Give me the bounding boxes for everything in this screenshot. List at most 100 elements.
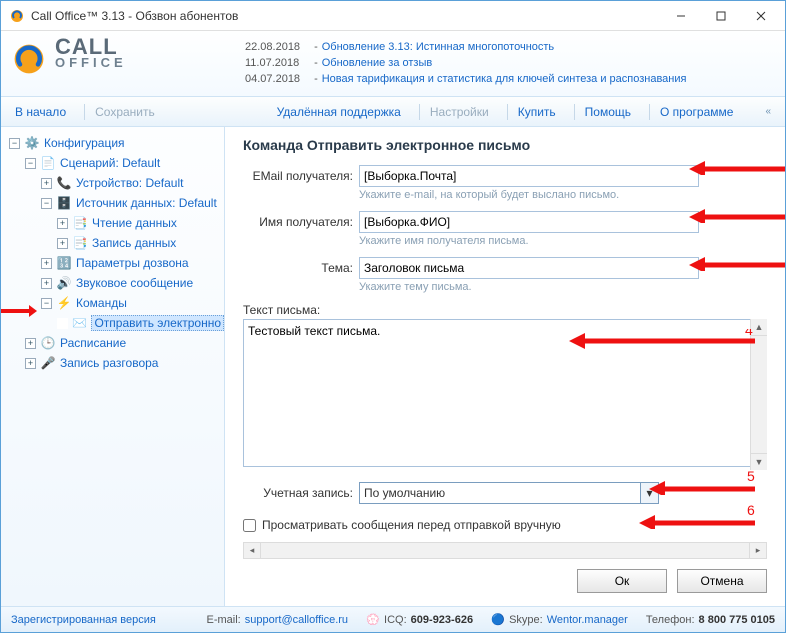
app-icon: [9, 8, 25, 24]
main: −⚙️Конфигурация −📄Сценарий: Default +📞Ус…: [1, 127, 785, 606]
scroll-down-icon[interactable]: ▼: [751, 453, 767, 470]
panel-heading: Команда Отправить электронное письмо: [243, 137, 767, 153]
tree-label: Отправить электронно: [91, 315, 224, 331]
status-phone-value: 8 800 775 0105: [699, 614, 775, 626]
status-bar: Зарегистрированная версия E-mail: suppor…: [1, 606, 785, 632]
account-select[interactable]: По умолчанию ▾: [359, 482, 659, 504]
separator: [419, 104, 420, 120]
news-dates: 22.08.2018 11.07.2018 04.07.2018: [245, 39, 300, 87]
microphone-icon: 🎤: [40, 355, 56, 371]
tree-label: Конфигурация: [44, 136, 125, 150]
tree-label: Запись данных: [92, 236, 176, 250]
status-phone-label: Телефон:: [646, 614, 695, 626]
news-link[interactable]: Обновление за отзыв: [322, 57, 433, 69]
window-title: Call Office™ 3.13 - Обзвон абонентов: [31, 9, 661, 23]
tree: −⚙️Конфигурация −📄Сценарий: Default +📞Ус…: [1, 133, 224, 373]
scroll-right-icon[interactable]: ▸: [749, 543, 766, 558]
subject-hint: Укажите тему письма.: [359, 281, 767, 293]
mail-icon: ✉️: [72, 315, 88, 331]
document-icon: 📄: [40, 155, 56, 171]
separator: [649, 104, 650, 120]
sidebar-collapse-icon[interactable]: «: [751, 106, 771, 117]
tree-node-read-data[interactable]: +📑Чтение данных: [1, 213, 224, 233]
toolbar-settings[interactable]: Настройки: [430, 105, 489, 119]
scroll-left-icon[interactable]: ◂: [244, 543, 261, 558]
tree-node-config[interactable]: −⚙️Конфигурация: [1, 133, 224, 153]
toolbar-help[interactable]: Помощь: [585, 105, 631, 119]
name-hint: Укажите имя получателя письма.: [359, 235, 767, 247]
tree-label: Устройство: Default: [76, 176, 183, 190]
toolbar-about[interactable]: О программе: [660, 105, 733, 119]
news-link[interactable]: Новая тарификация и статистика для ключе…: [322, 73, 687, 85]
preview-checkbox[interactable]: [243, 519, 256, 532]
brand: CALLOFFICE: [55, 37, 225, 68]
email-hint: Укажите e-mail, на который будет выслано…: [359, 189, 767, 201]
separator: [574, 104, 575, 120]
tree-label: Расписание: [60, 336, 126, 350]
tree-node-device[interactable]: +📞Устройство: Default: [1, 173, 224, 193]
horizontal-scrollbar[interactable]: ◂ ▸: [243, 542, 767, 559]
toolbar-remote-support[interactable]: Удалённая поддержка: [277, 105, 401, 119]
logo-icon: [11, 41, 47, 77]
status-skype-label: Skype:: [509, 614, 543, 626]
cancel-button[interactable]: Отмена: [677, 569, 767, 593]
news-block: 22.08.2018 11.07.2018 04.07.2018 -Обновл…: [245, 39, 686, 87]
maximize-button[interactable]: [701, 3, 741, 29]
subject-label: Тема:: [243, 261, 353, 275]
hash-icon: 🔢: [56, 255, 72, 271]
status-email-label: E-mail:: [207, 614, 241, 626]
header: CALLOFFICE 22.08.2018 11.07.2018 04.07.2…: [1, 31, 785, 97]
name-label: Имя получателя:: [243, 215, 353, 229]
body-textarea[interactable]: [243, 319, 767, 467]
status-registered[interactable]: Зарегистрированная версия: [11, 614, 156, 626]
status-email-link[interactable]: support@calloffice.ru: [245, 614, 348, 626]
gear-icon: ⚙️: [24, 135, 40, 151]
status-skype-link[interactable]: Wentor.manager: [547, 614, 628, 626]
content-panel: Команда Отправить электронное письмо EMa…: [225, 127, 785, 606]
separator: [507, 104, 508, 120]
separator: [84, 104, 85, 120]
minimize-button[interactable]: [661, 3, 701, 29]
tree-node-recording[interactable]: +🎤Запись разговора: [1, 353, 224, 373]
tree-node-write-data[interactable]: +📑Запись данных: [1, 233, 224, 253]
ok-button[interactable]: Ок: [577, 569, 667, 593]
scroll-up-icon[interactable]: ▲: [751, 319, 767, 336]
textarea-scrollbar[interactable]: ▲ ▼: [750, 319, 767, 470]
news-link[interactable]: Обновление 3.13: Истинная многопоточност…: [322, 41, 554, 53]
news-date: 11.07.2018: [245, 55, 300, 71]
tree-label: Запись разговора: [60, 356, 158, 370]
chevron-down-icon[interactable]: ▾: [640, 483, 658, 503]
toolbar-buy[interactable]: Купить: [518, 105, 556, 119]
table-icon: 📑: [72, 215, 88, 231]
account-label: Учетная запись:: [243, 486, 353, 500]
speaker-icon: 🔊: [56, 275, 72, 291]
toolbar-save[interactable]: Сохранить: [95, 105, 155, 119]
table-icon: 📑: [72, 235, 88, 251]
annotation-arrow-tree: [1, 303, 37, 319]
tree-node-dial-params[interactable]: +🔢Параметры дозвона: [1, 253, 224, 273]
svg-text:6: 6: [747, 505, 755, 518]
toolbar: В начало Сохранить Удалённая поддержка Н…: [1, 97, 785, 127]
tree-label: Источник данных: Default: [76, 196, 217, 210]
tree-node-datasource[interactable]: −🗄️Источник данных: Default: [1, 193, 224, 213]
skype-icon: 🔵: [491, 613, 505, 627]
bolt-icon: ⚡: [56, 295, 72, 311]
tree-node-scenario[interactable]: −📄Сценарий: Default: [1, 153, 224, 173]
toolbar-home[interactable]: В начало: [15, 105, 66, 119]
close-button[interactable]: [741, 3, 781, 29]
tree-label: Сценарий: Default: [60, 156, 160, 170]
status-icq-value: 609-923-626: [411, 614, 473, 626]
icq-icon: 💮: [366, 613, 380, 627]
tree-label: Параметры дозвона: [76, 256, 189, 270]
news-date: 22.08.2018: [245, 39, 300, 55]
titlebar: Call Office™ 3.13 - Обзвон абонентов: [1, 1, 785, 31]
subject-input[interactable]: [359, 257, 699, 279]
account-value: По умолчанию: [364, 486, 445, 500]
name-input[interactable]: [359, 211, 699, 233]
tree-node-schedule[interactable]: +🕒Расписание: [1, 333, 224, 353]
tree-label: Чтение данных: [92, 216, 177, 230]
tree-node-audio-message[interactable]: +🔊Звуковое сообщение: [1, 273, 224, 293]
tree-label: Команды: [76, 296, 127, 310]
email-input[interactable]: [359, 165, 699, 187]
email-label: EMail получателя:: [243, 169, 353, 183]
